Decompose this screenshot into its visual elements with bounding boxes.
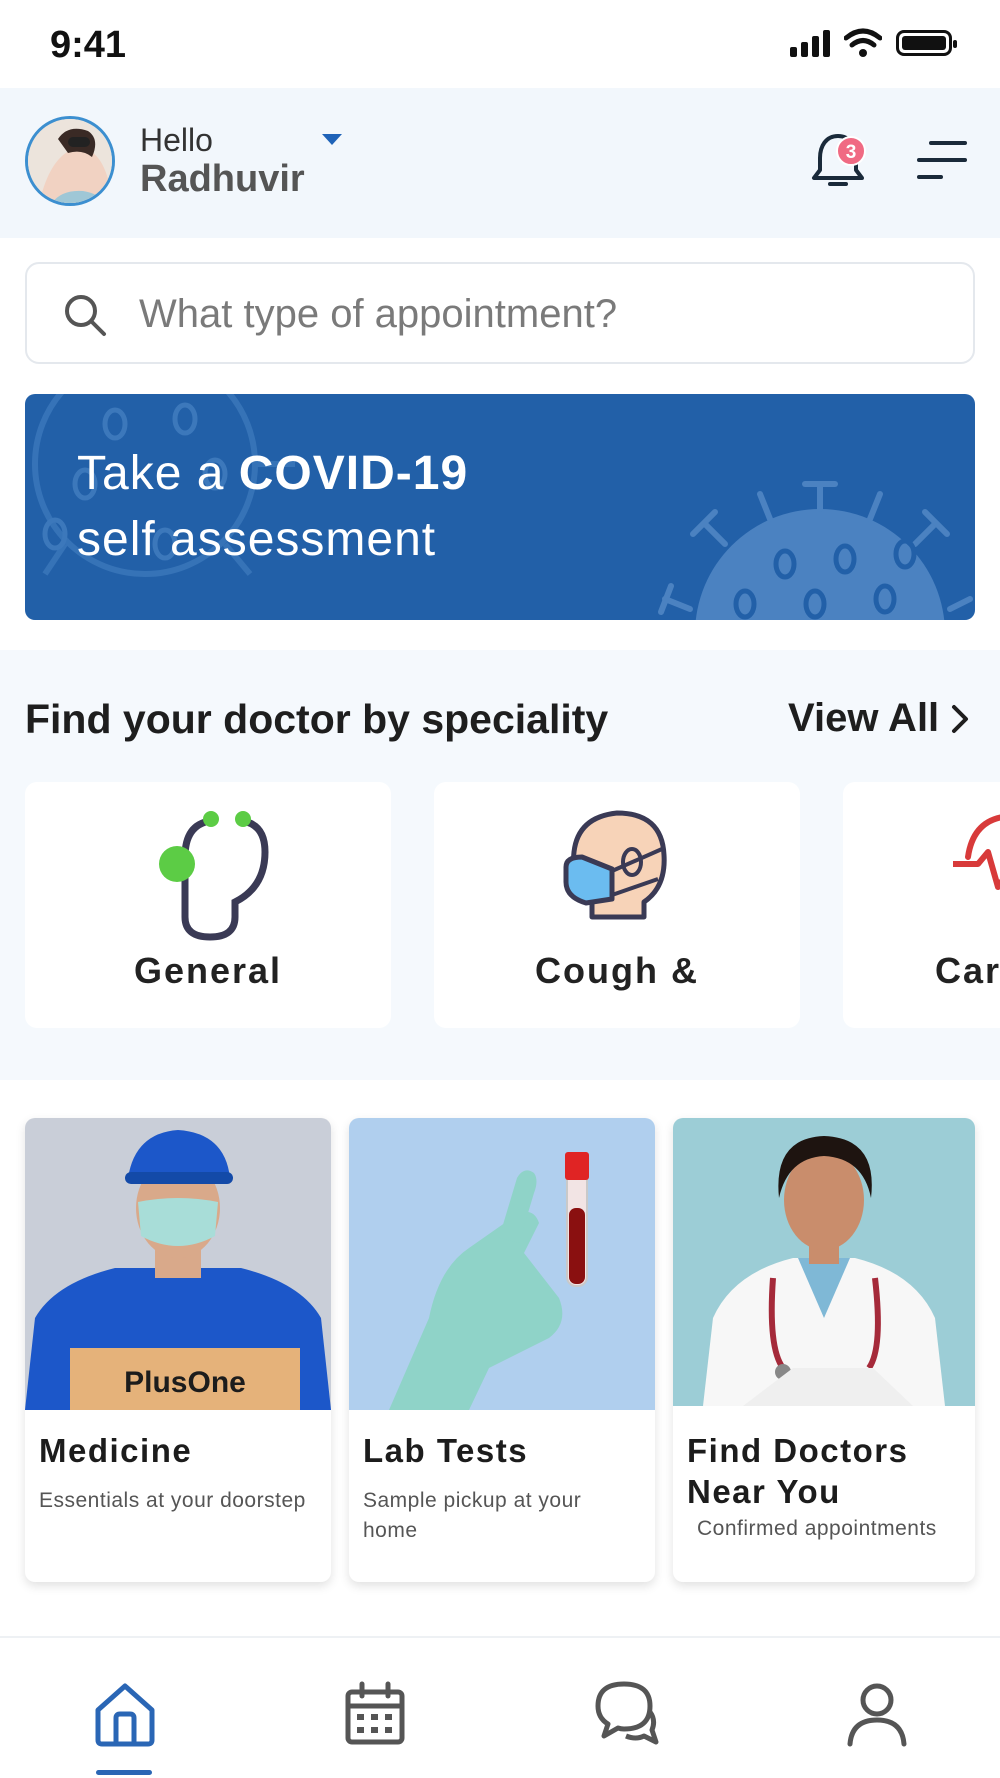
- status-time: 9:41: [50, 24, 127, 66]
- status-bar: 9:41: [0, 0, 1000, 88]
- speciality-label: Cough &: [535, 950, 699, 991]
- banner-highlight: COVID-19: [238, 447, 469, 500]
- section-title: Find your doctor by speciality: [25, 696, 609, 742]
- box-label: PlusOne: [124, 1366, 246, 1399]
- app-header: Hello Radhuvir 3: [0, 88, 1000, 238]
- delivery-man-image: PlusOne: [25, 1118, 331, 1410]
- service-title: Medicine: [39, 1432, 193, 1469]
- service-card-find-doctors[interactable]: Find Doctors Near You Confirmed appointm…: [673, 1118, 975, 1582]
- service-subtitle: Essentials at your doorstep: [39, 1489, 306, 1512]
- home-icon[interactable]: [90, 1678, 160, 1748]
- view-all-link[interactable]: View All: [788, 696, 969, 741]
- menu-icon[interactable]: [915, 138, 967, 182]
- banner-title-line1: Take a COVID-19: [77, 446, 468, 501]
- bottom-nav: [0, 1636, 1000, 1778]
- user-name[interactable]: Radhuvir: [140, 158, 305, 201]
- heart-pulse-icon: [953, 814, 1000, 890]
- virus-pattern-icon: [32, 394, 973, 620]
- battery-icon: [896, 30, 957, 56]
- profile-icon[interactable]: [842, 1678, 912, 1748]
- view-all-label: View All: [788, 696, 940, 740]
- banner-prefix: Take a: [77, 447, 239, 500]
- speciality-section: Find your doctor by speciality View All …: [0, 650, 1000, 1080]
- status-icons: [790, 28, 957, 58]
- active-tab-indicator: [96, 1770, 152, 1775]
- chevron-down-icon[interactable]: [322, 134, 342, 145]
- greeting-label: Hello: [140, 122, 213, 158]
- service-title: Lab Tests: [363, 1432, 529, 1469]
- avatar[interactable]: [25, 116, 115, 206]
- speciality-label: Card: [935, 950, 1000, 991]
- speciality-card-cough[interactable]: Cough &: [434, 782, 800, 1028]
- speciality-label: General: [133, 950, 283, 991]
- doctor-image: [673, 1118, 975, 1406]
- calendar-icon[interactable]: [340, 1678, 410, 1748]
- signal-icon: [790, 29, 830, 57]
- search-bar[interactable]: [25, 262, 975, 364]
- service-subtitle: Sample pickup at your home: [363, 1489, 582, 1542]
- service-title: Find Doctors Near You: [687, 1432, 909, 1510]
- service-card-lab-tests[interactable]: Lab Tests Sample pickup at your home: [349, 1118, 655, 1582]
- chevron-right-icon: [952, 704, 969, 733]
- speciality-card-cardio[interactable]: Card: [843, 782, 1000, 1028]
- service-card-medicine[interactable]: PlusOne Medicine Essentials at your door…: [25, 1118, 331, 1582]
- search-icon: [65, 295, 106, 336]
- blood-test-image: [349, 1118, 655, 1410]
- avatar-image: [28, 119, 112, 203]
- service-subtitle: Confirmed appointments: [697, 1517, 937, 1540]
- covid-assessment-banner[interactable]: Take a COVID-19 self assessment: [25, 394, 975, 620]
- mask-face-icon: [563, 810, 667, 920]
- chat-icon[interactable]: [590, 1678, 660, 1748]
- stethoscope-icon: [159, 811, 269, 941]
- speciality-card-general[interactable]: General: [25, 782, 391, 1028]
- banner-title-line2: self assessment: [77, 513, 437, 566]
- wifi-icon: [844, 28, 882, 57]
- search-input[interactable]: [139, 286, 939, 342]
- notification-badge: 3: [836, 136, 866, 166]
